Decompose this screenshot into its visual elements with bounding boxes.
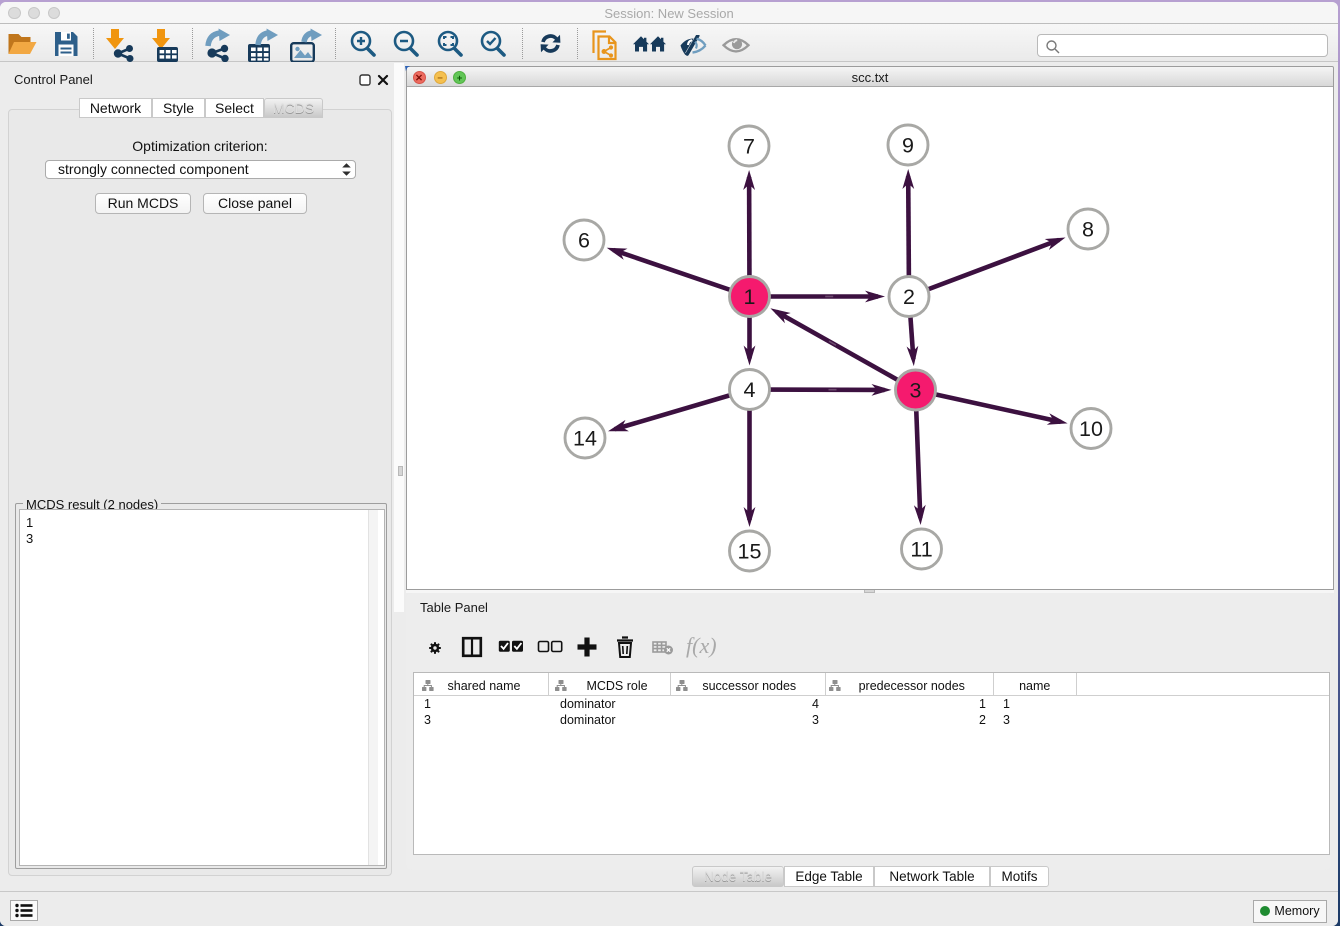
svg-text:11: 11 [910,538,932,562]
svg-text:6: 6 [578,229,590,253]
svg-text:10: 10 [1079,417,1103,441]
svg-text:15: 15 [738,540,762,564]
svg-text:8: 8 [1082,218,1094,242]
svg-text:9: 9 [902,134,914,158]
svg-text:14: 14 [573,427,597,451]
svg-text:1: 1 [744,285,756,309]
svg-text:7: 7 [743,135,755,159]
svg-text:3: 3 [910,379,922,403]
svg-text:2: 2 [903,285,915,309]
svg-text:4: 4 [744,378,756,402]
